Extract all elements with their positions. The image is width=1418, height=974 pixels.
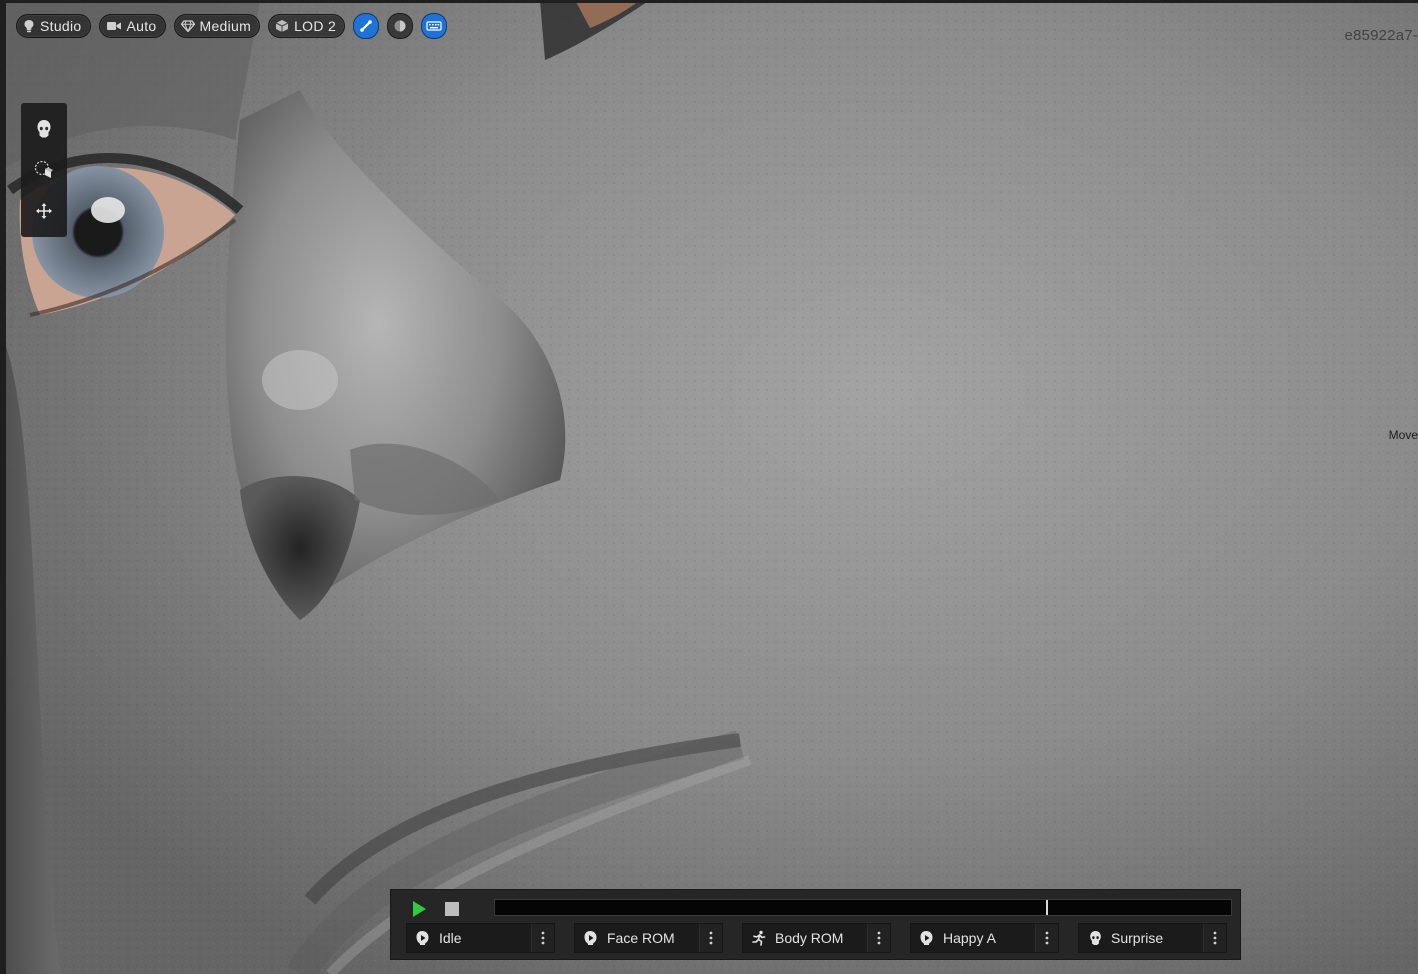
face-play-icon [913,930,941,946]
anim-face-rom-button[interactable]: Face ROM [574,923,723,953]
anim-body-rom-button[interactable]: Body ROM [742,923,891,953]
bone-toggle-button[interactable] [353,13,380,39]
animation-timeline[interactable] [494,899,1232,916]
anim-face-rom-label: Face ROM [607,930,675,946]
keyboard-icon [426,21,442,31]
cube-icon [275,20,289,32]
anim-idle-menu-button[interactable] [531,924,554,952]
head-icon [37,120,51,138]
kebab-menu-icon [541,931,545,945]
bone-icon [360,20,372,32]
kebab-menu-icon [709,931,713,945]
head-focus-button[interactable] [29,114,59,144]
kebab-menu-icon [1045,931,1049,945]
video-camera-icon [106,22,121,30]
asset-id-label: e85922a7- [1344,27,1418,44]
anim-face-rom-menu-button[interactable] [699,924,722,952]
viewport-tool-panel [21,103,67,237]
anim-happy-a-label: Happy A [943,930,996,946]
stop-button[interactable] [442,899,462,919]
diamond-icon [180,20,195,32]
skin-toggle-button[interactable] [387,13,414,39]
anim-idle-label: Idle [439,930,462,946]
lod-dropdown[interactable]: LOD 2 [268,14,346,38]
play-icon [413,901,426,917]
character-face-render [0,0,1418,974]
animation-preset-list: Idle Face ROM Body ROM Happy A Surprise [406,923,1227,953]
viewport-frame-left [0,0,6,974]
face-play-icon [409,930,437,946]
move-hint-label: Move [1388,428,1418,442]
move-tool-button[interactable] [29,196,59,226]
cube-select-icon [34,160,53,178]
kebab-menu-icon [877,931,881,945]
kebab-menu-icon [1213,931,1217,945]
3d-viewport[interactable]: Studio Auto Medium LOD 2 e85922a7- Move … [0,0,1418,974]
quality-label: Medium [199,18,252,34]
anim-body-rom-label: Body ROM [775,930,844,946]
anim-happy-a-button[interactable]: Happy A [910,923,1059,953]
anim-surprise-menu-button[interactable] [1203,924,1226,952]
anim-idle-button[interactable]: Idle [406,923,555,953]
stop-icon [445,902,459,916]
anim-body-rom-menu-button[interactable] [867,924,890,952]
select-object-button[interactable] [29,155,59,185]
viewport-toolbar: Studio Auto Medium LOD 2 [16,13,448,39]
running-figure-icon [745,930,773,946]
lighting-label: Studio [40,18,82,34]
lod-label: LOD 2 [294,18,337,34]
anim-happy-a-menu-button[interactable] [1035,924,1058,952]
anim-surprise-label: Surprise [1111,930,1164,946]
lighting-dropdown[interactable]: Studio [16,14,91,38]
face-play-icon [577,930,605,946]
viewport-frame-top [0,0,1418,3]
head-icon [1081,930,1109,946]
play-button[interactable] [409,899,429,919]
animation-bar: Idle Face ROM Body ROM Happy A Surprise [390,889,1241,960]
timeline-playhead[interactable] [1046,900,1048,915]
quality-dropdown[interactable]: Medium [173,14,261,38]
anim-surprise-button[interactable]: Surprise [1078,923,1227,953]
keyboard-toggle-button[interactable] [421,13,448,39]
lightbulb-icon [24,20,34,33]
camera-label: Auto [126,18,157,34]
head-shade-icon [394,20,406,32]
move-icon [36,202,52,219]
camera-dropdown[interactable]: Auto [98,14,166,38]
